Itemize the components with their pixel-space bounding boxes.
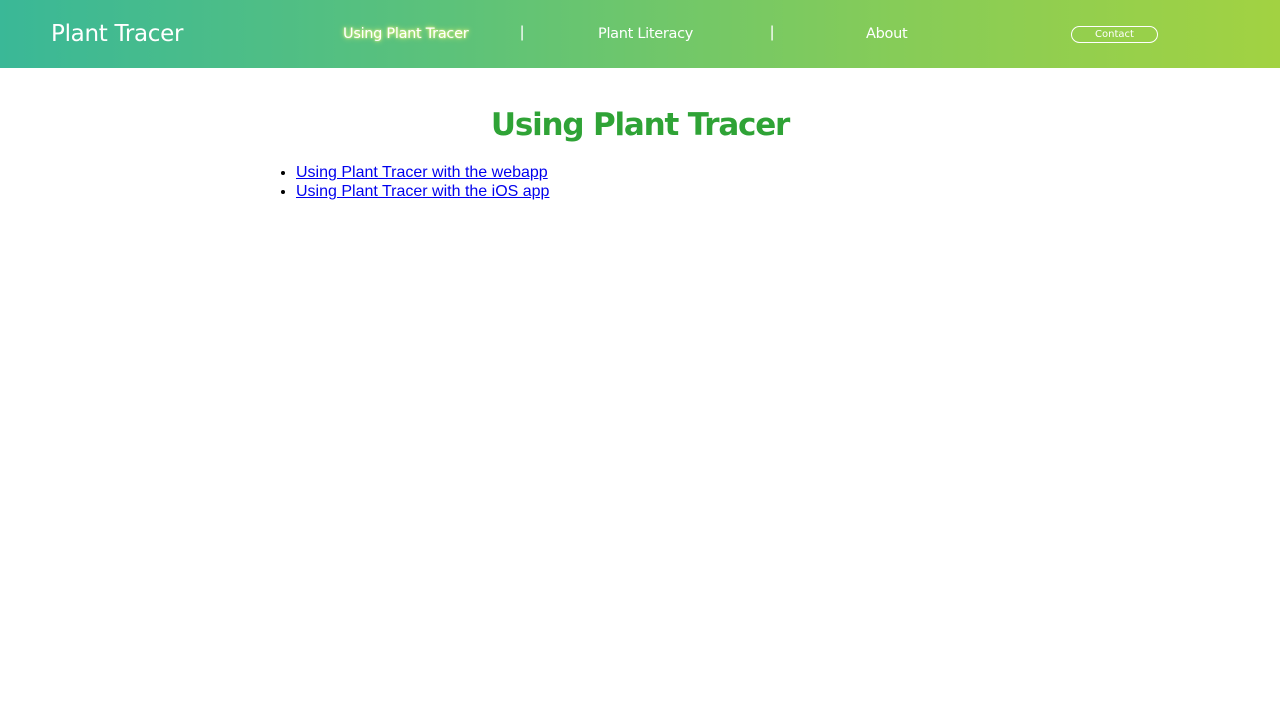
list-item: Using Plant Tracer with the iOS app <box>296 182 549 201</box>
contact-button[interactable]: Contact <box>1071 26 1158 43</box>
nav-separator: | <box>520 24 525 41</box>
nav-plant-literacy[interactable]: Plant Literacy <box>598 24 693 44</box>
list-item: Using Plant Tracer with the webapp <box>296 163 549 182</box>
nav-separator: | <box>770 24 775 41</box>
nav-using-plant-tracer[interactable]: Using Plant Tracer <box>343 24 469 44</box>
nav-about[interactable]: About <box>866 24 908 44</box>
guide-link-list: Using Plant Tracer with the webapp Using… <box>256 163 549 201</box>
site-header: Plant Tracer Using Plant Tracer | Plant … <box>0 0 1280 68</box>
site-logo[interactable]: Plant Tracer <box>51 17 183 51</box>
webapp-guide-link[interactable]: Using Plant Tracer with the webapp <box>296 164 548 181</box>
ios-app-guide-link[interactable]: Using Plant Tracer with the iOS app <box>296 183 549 200</box>
page-title: Using Plant Tracer <box>490 107 790 143</box>
